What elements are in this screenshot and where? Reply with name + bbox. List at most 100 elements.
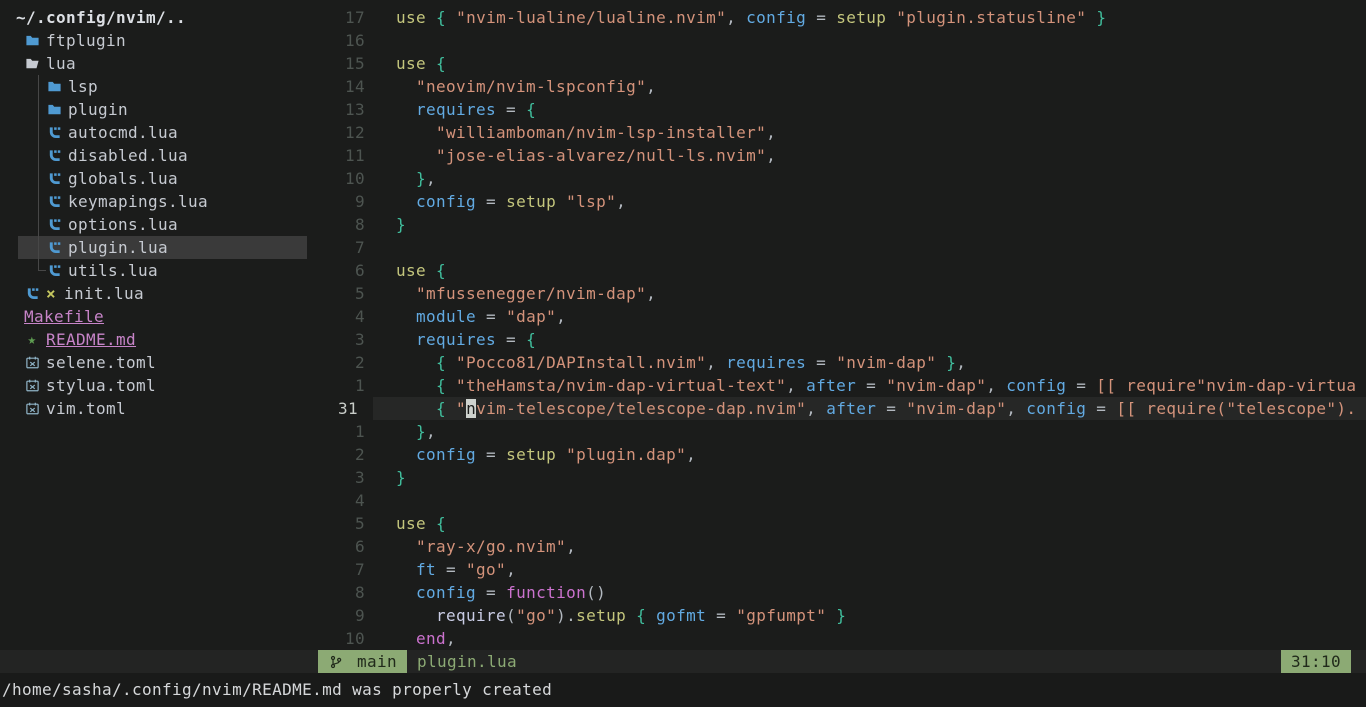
tree-item-label: globals.lua bbox=[68, 167, 178, 190]
tree-item-options-lua[interactable]: options.lua bbox=[0, 213, 307, 236]
token-p: = bbox=[496, 330, 526, 349]
token-kw: setup bbox=[506, 192, 556, 211]
code-line[interactable]: 8} bbox=[307, 213, 1366, 236]
git-branch-badge: main bbox=[318, 650, 407, 673]
token-p bbox=[886, 8, 896, 27]
token-p bbox=[446, 376, 456, 395]
code-line[interactable]: 15use { bbox=[307, 52, 1366, 75]
tree-item-readme-md[interactable]: ★README.md bbox=[0, 328, 307, 351]
token-p bbox=[396, 629, 416, 648]
tree-item-makefile[interactable]: Makefile bbox=[0, 305, 307, 328]
token-id: after bbox=[826, 399, 876, 418]
tree-item-vim-toml[interactable]: vim.toml bbox=[0, 397, 307, 420]
tree-item-label: keymapings.lua bbox=[68, 190, 208, 213]
line-number: 3 bbox=[307, 328, 365, 351]
tree-item-stylua-toml[interactable]: stylua.toml bbox=[0, 374, 307, 397]
code-line-current[interactable]: 31 { "nvim-telescope/telescope-dap.nvim"… bbox=[307, 397, 1366, 420]
code-line[interactable]: 3 requires = { bbox=[307, 328, 1366, 351]
token-p bbox=[396, 606, 436, 625]
code-line[interactable]: 8 config = function() bbox=[307, 581, 1366, 604]
token-br: } bbox=[416, 422, 426, 441]
line-number: 13 bbox=[307, 98, 365, 121]
code-line[interactable]: 10 }, bbox=[307, 167, 1366, 190]
code-line[interactable]: 1 { "theHamsta/nvim-dap-virtual-text", a… bbox=[307, 374, 1366, 397]
tree-item-autocmd-lua[interactable]: autocmd.lua bbox=[0, 121, 307, 144]
tree-item-label: utils.lua bbox=[68, 259, 158, 282]
code-text: requires = { bbox=[365, 98, 1366, 121]
line-number: 17 bbox=[307, 6, 365, 29]
code-line[interactable]: 5use { bbox=[307, 512, 1366, 535]
code-text: } bbox=[365, 466, 1366, 489]
code-text: "jose-elias-alvarez/null-ls.nvim", bbox=[365, 144, 1366, 167]
code-line[interactable]: 2 config = setup "plugin.dap", bbox=[307, 443, 1366, 466]
code-line[interactable]: 1 }, bbox=[307, 420, 1366, 443]
tree-item-ftplugin[interactable]: ftplugin bbox=[0, 29, 307, 52]
code-line[interactable]: 11 "jose-elias-alvarez/null-ls.nvim", bbox=[307, 144, 1366, 167]
token-p: = bbox=[476, 445, 506, 464]
line-number: 12 bbox=[307, 121, 365, 144]
tree-item-plugin-lua[interactable]: plugin.lua bbox=[0, 236, 307, 259]
command-line-message: /home/sasha/.config/nvim/README.md was p… bbox=[0, 673, 1366, 707]
tree-item-disabled-lua[interactable]: disabled.lua bbox=[0, 144, 307, 167]
token-str: "williamboman/nvim-lsp-installer" bbox=[436, 123, 766, 142]
code-line[interactable]: 9 require("go").setup { gofmt = "gpfumpt… bbox=[307, 604, 1366, 627]
code-line[interactable]: 6 "ray-x/go.nvim", bbox=[307, 535, 1366, 558]
code-text: use { "nvim-lualine/lualine.nvim", confi… bbox=[365, 6, 1366, 29]
code-line[interactable]: 13 requires = { bbox=[307, 98, 1366, 121]
token-p bbox=[556, 445, 566, 464]
token-str: [[ require"nvim-dap-virtua bbox=[1096, 376, 1356, 395]
tree-item-lua[interactable]: lua bbox=[0, 52, 307, 75]
code-line[interactable]: 14 "neovim/nvim-lspconfig", bbox=[307, 75, 1366, 98]
token-br: } bbox=[946, 353, 956, 372]
code-line[interactable]: 6use { bbox=[307, 259, 1366, 282]
token-kw: use bbox=[396, 261, 426, 280]
code-line[interactable]: 5 "mfussenegger/nvim-dap", bbox=[307, 282, 1366, 305]
tree-item-label: plugin bbox=[68, 98, 128, 121]
token-p: = bbox=[476, 307, 506, 326]
token-p bbox=[396, 422, 416, 441]
line-number: 5 bbox=[307, 282, 365, 305]
token-p: ). bbox=[556, 606, 576, 625]
token-p: , bbox=[616, 192, 626, 211]
token-kw: use bbox=[396, 54, 426, 73]
code-line[interactable]: 7 bbox=[307, 236, 1366, 259]
code-line[interactable]: 10 end, bbox=[307, 627, 1366, 650]
tree-item-selene-toml[interactable]: selene.toml bbox=[0, 351, 307, 374]
editor-buffer[interactable]: 17use { "nvim-lualine/lualine.nvim", con… bbox=[307, 0, 1366, 650]
token-p bbox=[446, 353, 456, 372]
token-p: = bbox=[436, 560, 466, 579]
code-line[interactable]: 3} bbox=[307, 466, 1366, 489]
tree-item-lsp[interactable]: lsp bbox=[0, 75, 307, 98]
tree-item-label: Makefile bbox=[24, 305, 104, 328]
code-line[interactable]: 4 module = "dap", bbox=[307, 305, 1366, 328]
indent-guide bbox=[38, 121, 39, 144]
tree-item-utils-lua[interactable]: utils.lua bbox=[0, 259, 307, 282]
code-line[interactable]: 9 config = setup "lsp", bbox=[307, 190, 1366, 213]
token-p bbox=[556, 192, 566, 211]
token-p bbox=[396, 123, 436, 142]
tree-item-init-lua[interactable]: ×init.lua bbox=[0, 282, 307, 305]
code-line[interactable]: 16 bbox=[307, 29, 1366, 52]
tree-item-label: lua bbox=[46, 52, 76, 75]
code-text: use { bbox=[365, 259, 1366, 282]
code-line[interactable]: 2 { "Pocco81/DAPInstall.nvim", requires … bbox=[307, 351, 1366, 374]
code-line[interactable]: 12 "williamboman/nvim-lsp-installer", bbox=[307, 121, 1366, 144]
code-line[interactable]: 7 ft = "go", bbox=[307, 558, 1366, 581]
token-p bbox=[446, 399, 456, 418]
tree-item-label: lsp bbox=[68, 75, 98, 98]
code-lines: 17use { "nvim-lualine/lualine.nvim", con… bbox=[307, 6, 1366, 650]
token-str: "go" bbox=[516, 606, 556, 625]
token-str: "Pocco81/DAPInstall.nvim" bbox=[456, 353, 706, 372]
tree-item-globals-lua[interactable]: globals.lua bbox=[0, 167, 307, 190]
star-icon: ★ bbox=[24, 332, 40, 348]
token-id: requires bbox=[726, 353, 806, 372]
code-line[interactable]: 4 bbox=[307, 489, 1366, 512]
token-str: [[ require("telescope"). bbox=[1116, 399, 1356, 418]
line-number: 8 bbox=[307, 213, 365, 236]
tree-item-plugin[interactable]: plugin bbox=[0, 98, 307, 121]
line-number: 10 bbox=[307, 627, 365, 650]
tree-item-keymapings-lua[interactable]: keymapings.lua bbox=[0, 190, 307, 213]
code-line[interactable]: 17use { "nvim-lualine/lualine.nvim", con… bbox=[307, 6, 1366, 29]
line-number: 7 bbox=[307, 236, 365, 259]
token-br: { bbox=[526, 330, 536, 349]
